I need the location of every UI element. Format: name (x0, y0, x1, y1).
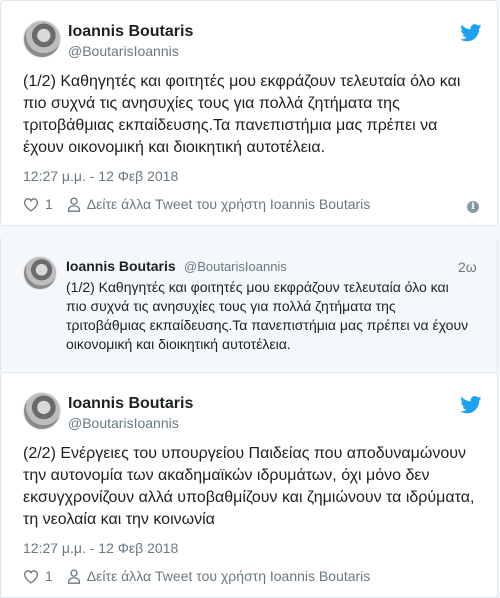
tweet-timestamp[interactable]: 12:27 μ.μ. - 12 Φεβ 2018 (23, 540, 178, 556)
heart-icon[interactable] (23, 197, 39, 212)
quoted-author-avatar[interactable] (23, 256, 57, 290)
author-avatar[interactable] (23, 20, 61, 58)
tweet-text-line: έχουν οικονομική και διοικητική αυτοτέλε… (23, 139, 326, 156)
author-name[interactable]: Ioannis Boutaris (68, 23, 193, 41)
quoted-text-line: πιο συχνά τις ανησυχίες τους για πολλά ζ… (66, 298, 396, 314)
tweet-text-line: πιο συχνά τις ανησυχίες τους για πολλά ζ… (23, 95, 400, 112)
quoted-text-line: (1/2) Καθηγητές και φοιτητές μου εκφράζο… (66, 279, 449, 295)
info-icon[interactable]: i (467, 201, 479, 213)
twitter-bird-icon[interactable] (460, 396, 482, 414)
view-more-tweets-link[interactable]: Δείτε άλλα Tweet του χρήστη Ioannis Bout… (87, 196, 370, 212)
quoted-text-line: τριτοβάθμιας εκπαίδευσης.Τα πανεπιστήμια… (66, 317, 469, 333)
author-name[interactable]: Ioannis Boutaris (68, 395, 193, 413)
tweet-text-line: (1/2) Καθηγητές και φοιτητές μου εκφράζο… (23, 73, 461, 90)
like-count[interactable]: 1 (45, 196, 53, 212)
tweet-timestamp[interactable]: 12:27 μ.μ. - 12 Φεβ 2018 (23, 168, 178, 184)
twitter-bird-icon[interactable] (460, 24, 482, 42)
like-count[interactable]: 1 (45, 568, 53, 584)
author-avatar[interactable] (23, 392, 61, 430)
tweet-text-line: (2/2) Ενέργειες του υπουργείου Παιδείας … (23, 445, 466, 462)
quoted-text-line: οικονομική και διοικητική αυτοτέλεια. (66, 336, 291, 352)
heart-icon[interactable] (23, 569, 39, 584)
quoted-author-handle[interactable]: @BoutarisIoannis (184, 259, 287, 274)
person-icon (67, 197, 80, 212)
person-icon (67, 569, 80, 584)
tweet-text-line: τη νεολαία και την κοινωνία (23, 511, 215, 528)
quoted-author-name[interactable]: Ioannis Boutaris (66, 258, 176, 274)
tweet-text-line: τριτοβάθμιας εκπαίδευσης.Τα πανεπιστήμια… (23, 117, 438, 134)
quoted-time-ago[interactable]: 2ω (458, 259, 477, 275)
tweet-text-line: την αυτονομία των ακαδημαϊκών ιδρυμάτων,… (23, 467, 430, 484)
view-more-tweets-link[interactable]: Δείτε άλλα Tweet του χρήστη Ioannis Bout… (87, 568, 370, 584)
tweet-actions: 1 Δείτε άλλα Tweet του χρήστη Ioannis Bo… (23, 196, 370, 212)
tweet-actions: 1 Δείτε άλλα Tweet του χρήστη Ioannis Bo… (23, 568, 370, 584)
tweet-card-2: Ioannis Boutaris @BoutarisIoannis (2/2) … (0, 372, 498, 598)
author-handle[interactable]: @BoutarisIoannis (68, 415, 179, 431)
author-handle[interactable]: @BoutarisIoannis (68, 43, 179, 59)
tweet-card-1: Ioannis Boutaris @BoutarisIoannis (1/2) … (0, 0, 498, 226)
tweet-text-line: εκσυγχρονίζουν αλλά υποβαθμίζουν και ζημ… (23, 489, 475, 506)
